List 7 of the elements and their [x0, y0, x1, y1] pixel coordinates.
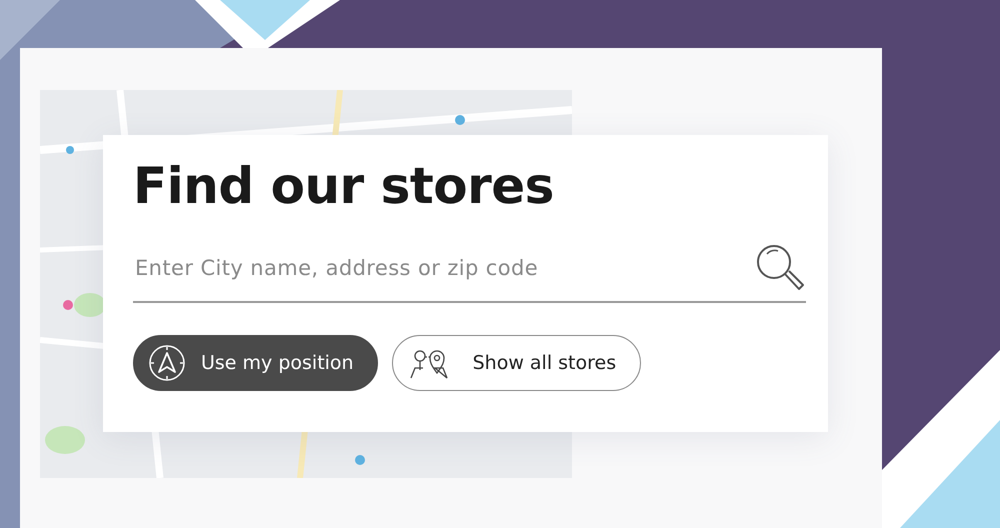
compass-icon — [147, 343, 187, 383]
search-field[interactable]: Enter City name, address or zip code — [133, 256, 754, 280]
use-position-button[interactable]: Use my position — [133, 335, 378, 391]
background-shape — [0, 0, 60, 60]
heading: Find our stores — [133, 157, 554, 215]
search-icon[interactable] — [754, 243, 806, 293]
show-stores-button[interactable]: Show all stores — [392, 335, 642, 391]
